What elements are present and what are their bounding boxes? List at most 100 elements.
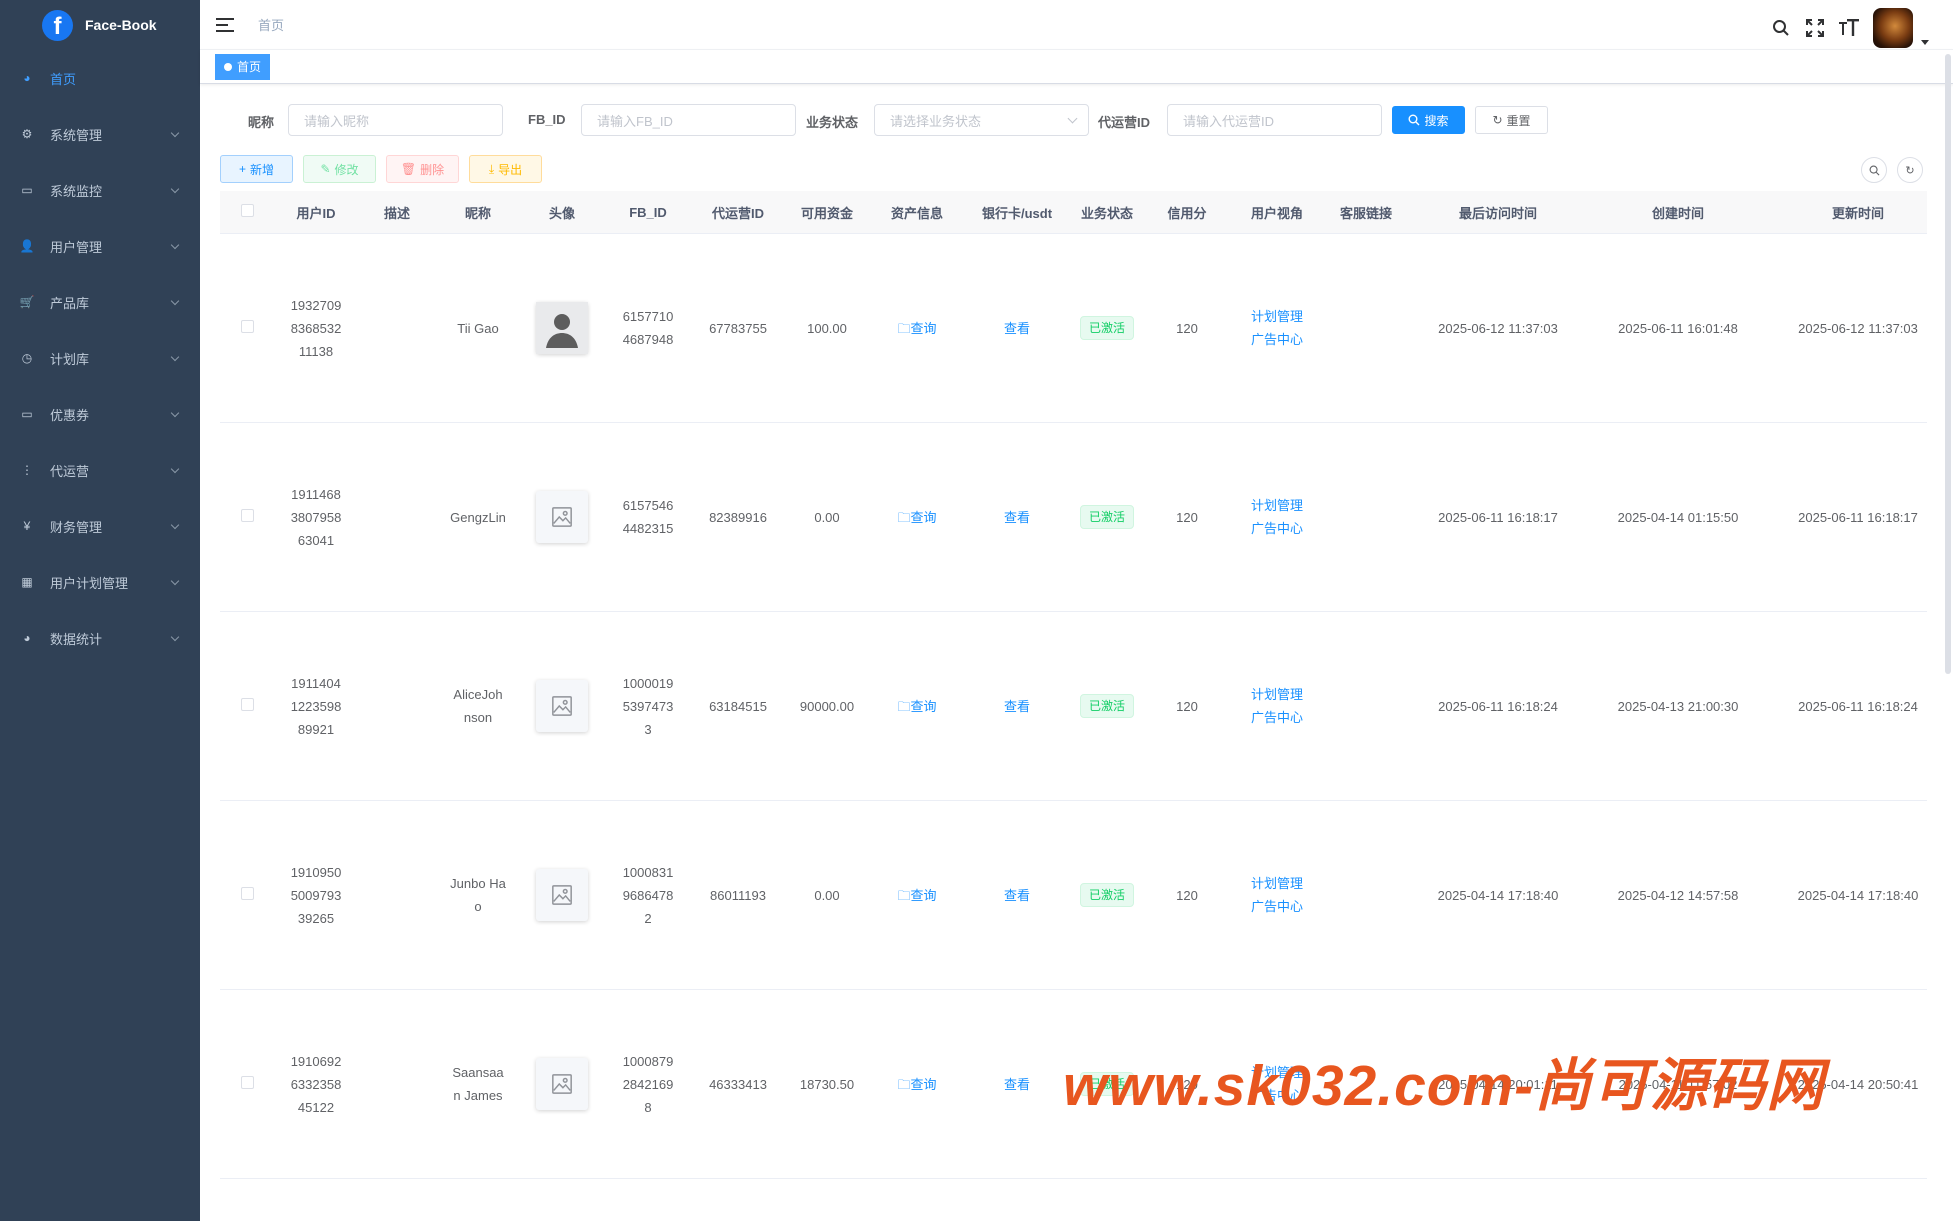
- image-placeholder-icon[interactable]: [536, 491, 588, 543]
- trash-icon: 🗑: [400, 162, 417, 176]
- delete-button[interactable]: 🗑 删除: [386, 155, 459, 183]
- fullscreen-icon[interactable]: [1805, 18, 1825, 38]
- bank-view-link[interactable]: 查看: [1004, 510, 1030, 525]
- sidebar-item[interactable]: ⋮ 代运营: [0, 442, 200, 498]
- plan-management-link[interactable]: 计划管理: [1230, 305, 1324, 328]
- row-checkbox[interactable]: [240, 319, 254, 333]
- funds-cell: 0.00: [814, 509, 840, 525]
- nickname-cell-line: Tii Gao: [457, 320, 499, 336]
- scrollbar[interactable]: [1945, 54, 1951, 674]
- chevron-down-icon: [170, 352, 180, 362]
- bank-cell: 查看: [964, 506, 1070, 529]
- last-visit-cell: 2025-06-12 11:37:03: [1438, 320, 1558, 336]
- select-all-checkbox[interactable]: [240, 204, 254, 217]
- plan-management-link[interactable]: 计划管理: [1230, 872, 1324, 895]
- image-placeholder-icon[interactable]: [536, 680, 588, 732]
- bank-view-link[interactable]: 查看: [1004, 699, 1030, 714]
- fbid-input[interactable]: 请输入FB_ID: [581, 104, 796, 136]
- column-header: 创建时间: [1651, 205, 1704, 221]
- sidebar-item[interactable]: ▭ 优惠券: [0, 386, 200, 442]
- bank-view-link[interactable]: 查看: [1004, 1077, 1030, 1092]
- breadcrumb[interactable]: 首页: [258, 15, 284, 34]
- hamburger-icon[interactable]: [216, 17, 234, 32]
- search-icon[interactable]: [1771, 18, 1791, 38]
- row-checkbox[interactable]: [240, 697, 254, 711]
- user-id-cell: 1910692 6332358 45122: [274, 1050, 358, 1119]
- tag-home[interactable]: 首页: [215, 53, 271, 80]
- chevron-down-icon[interactable]: [1921, 39, 1929, 45]
- ad-center-link[interactable]: 广告中心: [1230, 706, 1324, 729]
- fb-id-cell-line: 1000831: [622, 864, 674, 880]
- sidebar-item[interactable]: ¥ 财务管理: [0, 498, 200, 554]
- nickname-cell: AliceJoh nson: [436, 683, 520, 729]
- column-header: 昵称: [464, 205, 491, 221]
- fb-id-cell-line: 4482315: [622, 521, 674, 536]
- asset-query-link[interactable]: 🗀查询: [897, 888, 936, 903]
- status-select[interactable]: 请选择业务状态: [874, 104, 1089, 136]
- user-table: 用户ID 描述 昵称 头像 FB_ID 代运营ID 可用资金 资产信息 银行卡/usdt 业务状态…: [220, 191, 1927, 1179]
- edit-button[interactable]: ✎ 修改: [303, 155, 376, 183]
- avatar-image[interactable]: [536, 302, 588, 354]
- row-checkbox[interactable]: [240, 1075, 254, 1089]
- updated-cell: 2025-06-11 16:18:17: [1798, 509, 1918, 525]
- add-button[interactable]: + 新增: [220, 155, 293, 183]
- sidebar-item[interactable]: 🛒 产品库: [0, 274, 200, 330]
- sidebar-item[interactable]: 👤 用户管理: [0, 218, 200, 274]
- row-checkbox[interactable]: [240, 886, 254, 900]
- sidebar-item-label: 代运营: [50, 463, 90, 479]
- asset-query-link[interactable]: 🗀查询: [897, 699, 936, 714]
- app-title: Face-Book: [85, 17, 157, 33]
- created-cell: 2025-04-12 14:57:58: [1617, 887, 1739, 903]
- bank-view-link[interactable]: 查看: [1004, 888, 1030, 903]
- funds-cell: 18730.50: [799, 1076, 855, 1092]
- user-id-cell-line: 11138: [298, 343, 334, 359]
- user-id-cell-line: 1911468: [291, 486, 341, 502]
- asset-cell: 🗀查询: [870, 695, 964, 718]
- plan-management-link[interactable]: 计划管理: [1230, 683, 1324, 706]
- row-select-cell: [220, 317, 274, 340]
- ad-center-link[interactable]: 广告中心: [1230, 328, 1324, 351]
- image-placeholder-icon[interactable]: [536, 869, 588, 921]
- user-id-cell: 1911404 1223598 89921: [274, 672, 358, 741]
- plan-management-link[interactable]: 计划管理: [1230, 494, 1324, 517]
- row-checkbox[interactable]: [240, 508, 254, 522]
- credit-cell: 120: [1176, 320, 1198, 336]
- column-header: 业务状态: [1080, 205, 1133, 221]
- image-placeholder-icon[interactable]: [536, 1058, 588, 1110]
- tree-icon: ⋮: [21, 463, 33, 477]
- export-button[interactable]: ⤓ 导出: [469, 155, 542, 183]
- user-avatar[interactable]: [1873, 8, 1913, 48]
- updated-cell: 2025-06-11 16:18:24: [1798, 698, 1918, 714]
- sidebar-item[interactable]: ◷ 计划库: [0, 330, 200, 386]
- ad-center-link[interactable]: 广告中心: [1230, 517, 1324, 540]
- sidebar-item[interactable]: ▭ 系统监控: [0, 162, 200, 218]
- status-badge: 已激活: [1079, 505, 1134, 529]
- asset-query-link[interactable]: 🗀查询: [897, 510, 936, 525]
- sidebar-item[interactable]: ◕ 首页: [0, 50, 200, 106]
- refresh-icon[interactable]: ↻: [1897, 157, 1923, 183]
- nickname-input[interactable]: 请输入昵称: [288, 104, 503, 136]
- bank-view-link[interactable]: 查看: [1004, 321, 1030, 336]
- asset-query-link[interactable]: 🗀查询: [897, 321, 936, 336]
- toggle-search-icon[interactable]: [1861, 157, 1887, 183]
- sidebar-item[interactable]: ▦ 用户计划管理: [0, 554, 200, 610]
- fb-id-cell-line: 6157546: [622, 498, 674, 513]
- logo[interactable]: f Face-Book: [0, 0, 200, 50]
- asset-query-label: 查询: [910, 1076, 937, 1092]
- agent-input[interactable]: 请输入代运营ID: [1167, 104, 1382, 136]
- status-cell: 已激活: [1070, 694, 1144, 718]
- asset-query-link[interactable]: 🗀查询: [897, 1077, 936, 1092]
- sidebar-item[interactable]: ⚙ 系统管理: [0, 106, 200, 162]
- created-cell: 2025-06-11 16:01:48: [1618, 320, 1738, 336]
- column-header: 客服链接: [1339, 205, 1392, 221]
- font-size-icon[interactable]: [1839, 18, 1859, 38]
- monitor-icon: ▭: [21, 183, 33, 197]
- row-select-cell: [220, 884, 274, 907]
- sidebar-item[interactable]: ◕ 数据统计: [0, 610, 200, 666]
- avatar-cell: [520, 1058, 604, 1110]
- search-button[interactable]: 搜索: [1392, 106, 1465, 134]
- grid-icon: ▦: [21, 575, 33, 589]
- reset-button[interactable]: ↻ 重置: [1475, 106, 1548, 134]
- fb-id-cell-line: 1000019: [622, 675, 674, 691]
- ad-center-link[interactable]: 广告中心: [1230, 895, 1324, 918]
